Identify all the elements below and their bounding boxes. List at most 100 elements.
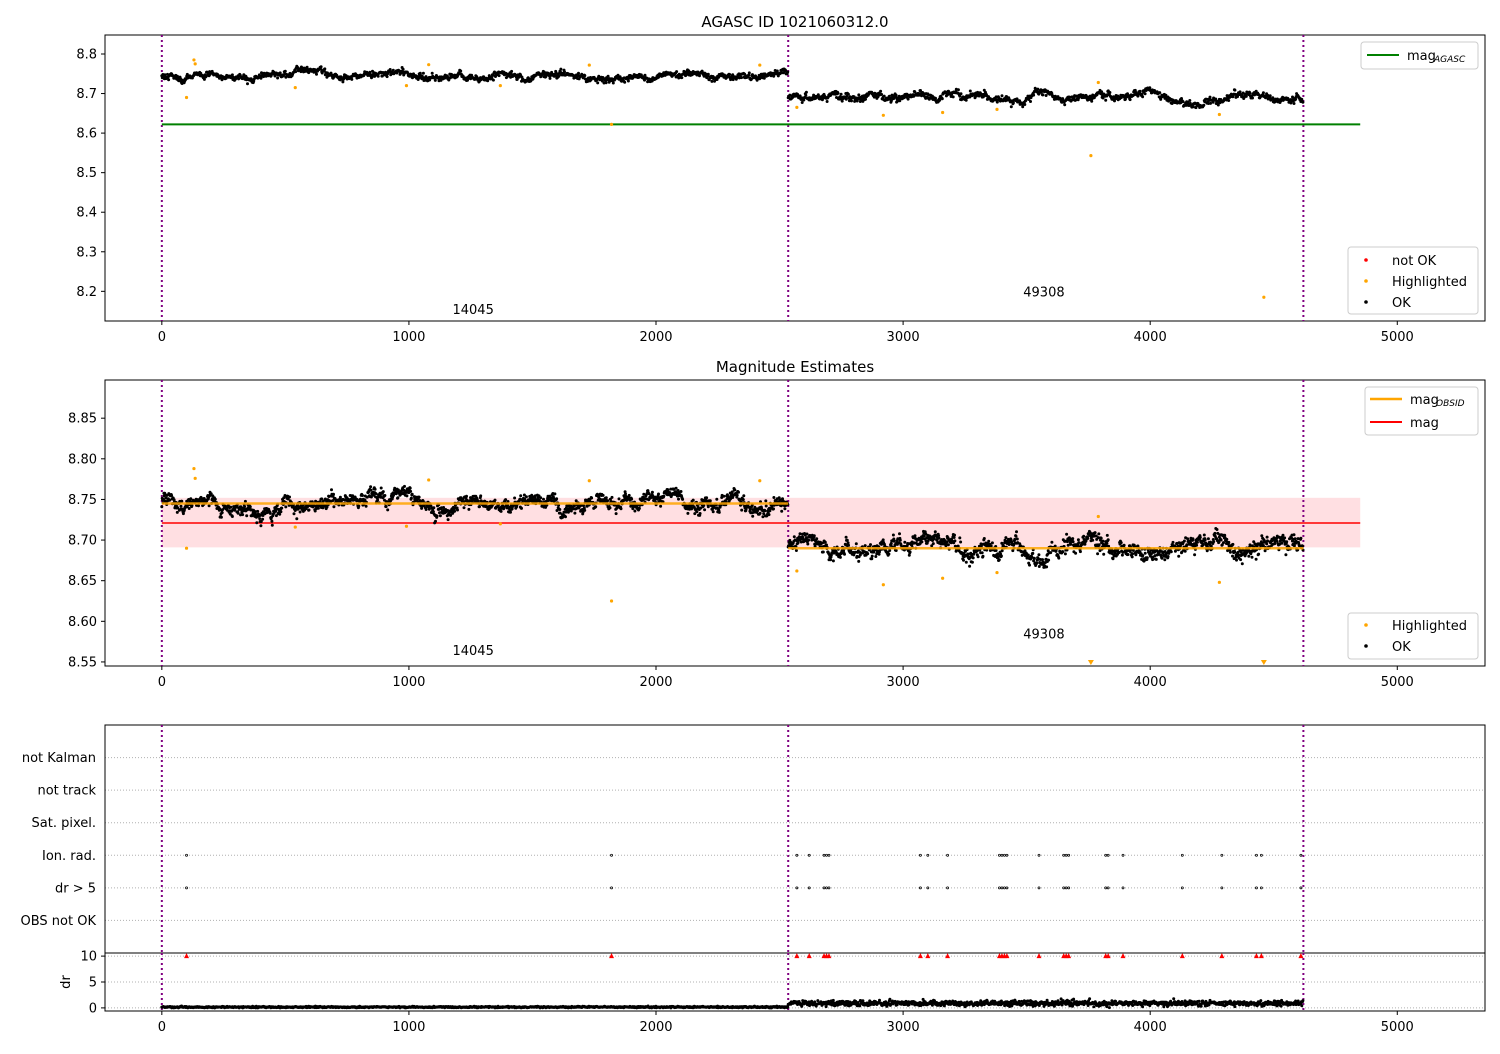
ok-point <box>1184 550 1187 553</box>
ok-point <box>1225 538 1228 541</box>
ok-point <box>405 494 408 497</box>
ok-point <box>783 507 786 510</box>
x-tick-label: 4000 <box>1134 675 1167 690</box>
ok-point <box>1074 552 1077 555</box>
ok-point <box>941 97 944 100</box>
highlighted-point <box>882 114 885 117</box>
ok-point <box>832 559 835 562</box>
ok-point <box>892 534 895 537</box>
ok-point <box>418 496 421 499</box>
ok-point <box>583 509 586 512</box>
ok-point <box>965 99 968 102</box>
ok-point <box>558 508 561 511</box>
ok-point <box>350 78 353 81</box>
x-tick-label: 2000 <box>639 330 672 345</box>
ok-point <box>231 515 234 518</box>
ok-point <box>1086 537 1089 540</box>
ok-point <box>620 507 623 510</box>
ok-point <box>315 73 318 76</box>
ok-point <box>308 509 311 512</box>
ok-point <box>459 70 462 73</box>
ok-point <box>804 94 807 97</box>
ok-point <box>434 79 437 82</box>
x-tick-label: 1000 <box>392 675 425 690</box>
ok-point <box>396 496 399 499</box>
ok-point <box>246 82 249 85</box>
ok-point <box>549 77 552 80</box>
y-tick-label: 8.65 <box>68 574 97 589</box>
ok-point <box>504 498 507 501</box>
ok-point <box>866 552 869 555</box>
ok-point <box>628 494 631 497</box>
ok-point <box>1023 103 1026 106</box>
x-tick-label: 5000 <box>1381 330 1414 345</box>
ok-point <box>1172 541 1175 544</box>
ok-point <box>953 539 956 542</box>
ok-point <box>1129 98 1132 101</box>
ok-point <box>1155 558 1158 561</box>
ok-point <box>843 553 846 556</box>
ok-point <box>1131 555 1134 558</box>
ok-point <box>1134 553 1137 556</box>
ok-point <box>847 544 850 547</box>
y-tick-label: 8.75 <box>68 493 97 508</box>
ok-point <box>317 507 320 510</box>
ok-point <box>590 497 593 500</box>
x-tick-label: 5000 <box>1381 675 1414 690</box>
ok-point <box>431 72 434 75</box>
highlighted-point <box>941 111 944 114</box>
ok-point <box>633 510 636 513</box>
ok-point <box>167 78 170 81</box>
y-tick-label: 8.8 <box>76 47 97 62</box>
ok-point <box>715 498 718 501</box>
ok-point <box>822 551 825 554</box>
ok-point <box>606 499 609 502</box>
ok-point <box>839 556 842 559</box>
ok-point <box>1091 539 1094 542</box>
ok-point <box>320 497 323 500</box>
ok-point <box>596 81 599 84</box>
ok-point <box>937 534 940 537</box>
ok-point <box>1028 564 1031 567</box>
ok-point <box>1015 530 1018 533</box>
ok-point <box>1257 553 1260 556</box>
ok-point <box>864 544 867 547</box>
ok-point <box>1158 91 1161 94</box>
ok-point <box>1045 565 1048 568</box>
highlighted-point <box>185 96 188 99</box>
ok-point <box>662 495 665 498</box>
legend-sub-agasc: AGASC <box>1433 55 1466 65</box>
ok-point <box>1049 551 1052 554</box>
ok-point <box>932 542 935 545</box>
ok-point <box>764 499 767 502</box>
ok-point <box>1301 101 1304 104</box>
ok-point <box>1069 543 1072 546</box>
ok-point <box>611 496 614 499</box>
ok-point <box>1013 538 1016 541</box>
middle-title: Magnitude Estimates <box>716 358 874 376</box>
ok-point <box>1161 557 1164 560</box>
ok-point <box>409 490 412 493</box>
ok-point <box>807 539 810 542</box>
ok-point <box>612 82 615 85</box>
ok-point <box>898 532 901 535</box>
ok-point <box>705 496 708 499</box>
ok-point <box>602 494 605 497</box>
ok-point <box>1193 553 1196 556</box>
ok-point <box>680 76 683 79</box>
ok-point <box>269 512 272 515</box>
ok-point <box>1227 541 1230 544</box>
ok-point <box>559 68 562 71</box>
ok-point <box>357 505 360 508</box>
ok-point <box>605 81 608 84</box>
ok-point <box>1063 103 1066 106</box>
ok-point <box>259 524 262 527</box>
ok-point <box>509 511 512 514</box>
highlighted-point <box>194 62 197 65</box>
ok-point <box>1127 553 1130 556</box>
ok-point <box>733 488 736 491</box>
ok-point <box>801 101 804 104</box>
ok-point <box>618 497 621 500</box>
ok-point <box>1107 538 1110 541</box>
ok-point <box>1182 100 1185 103</box>
